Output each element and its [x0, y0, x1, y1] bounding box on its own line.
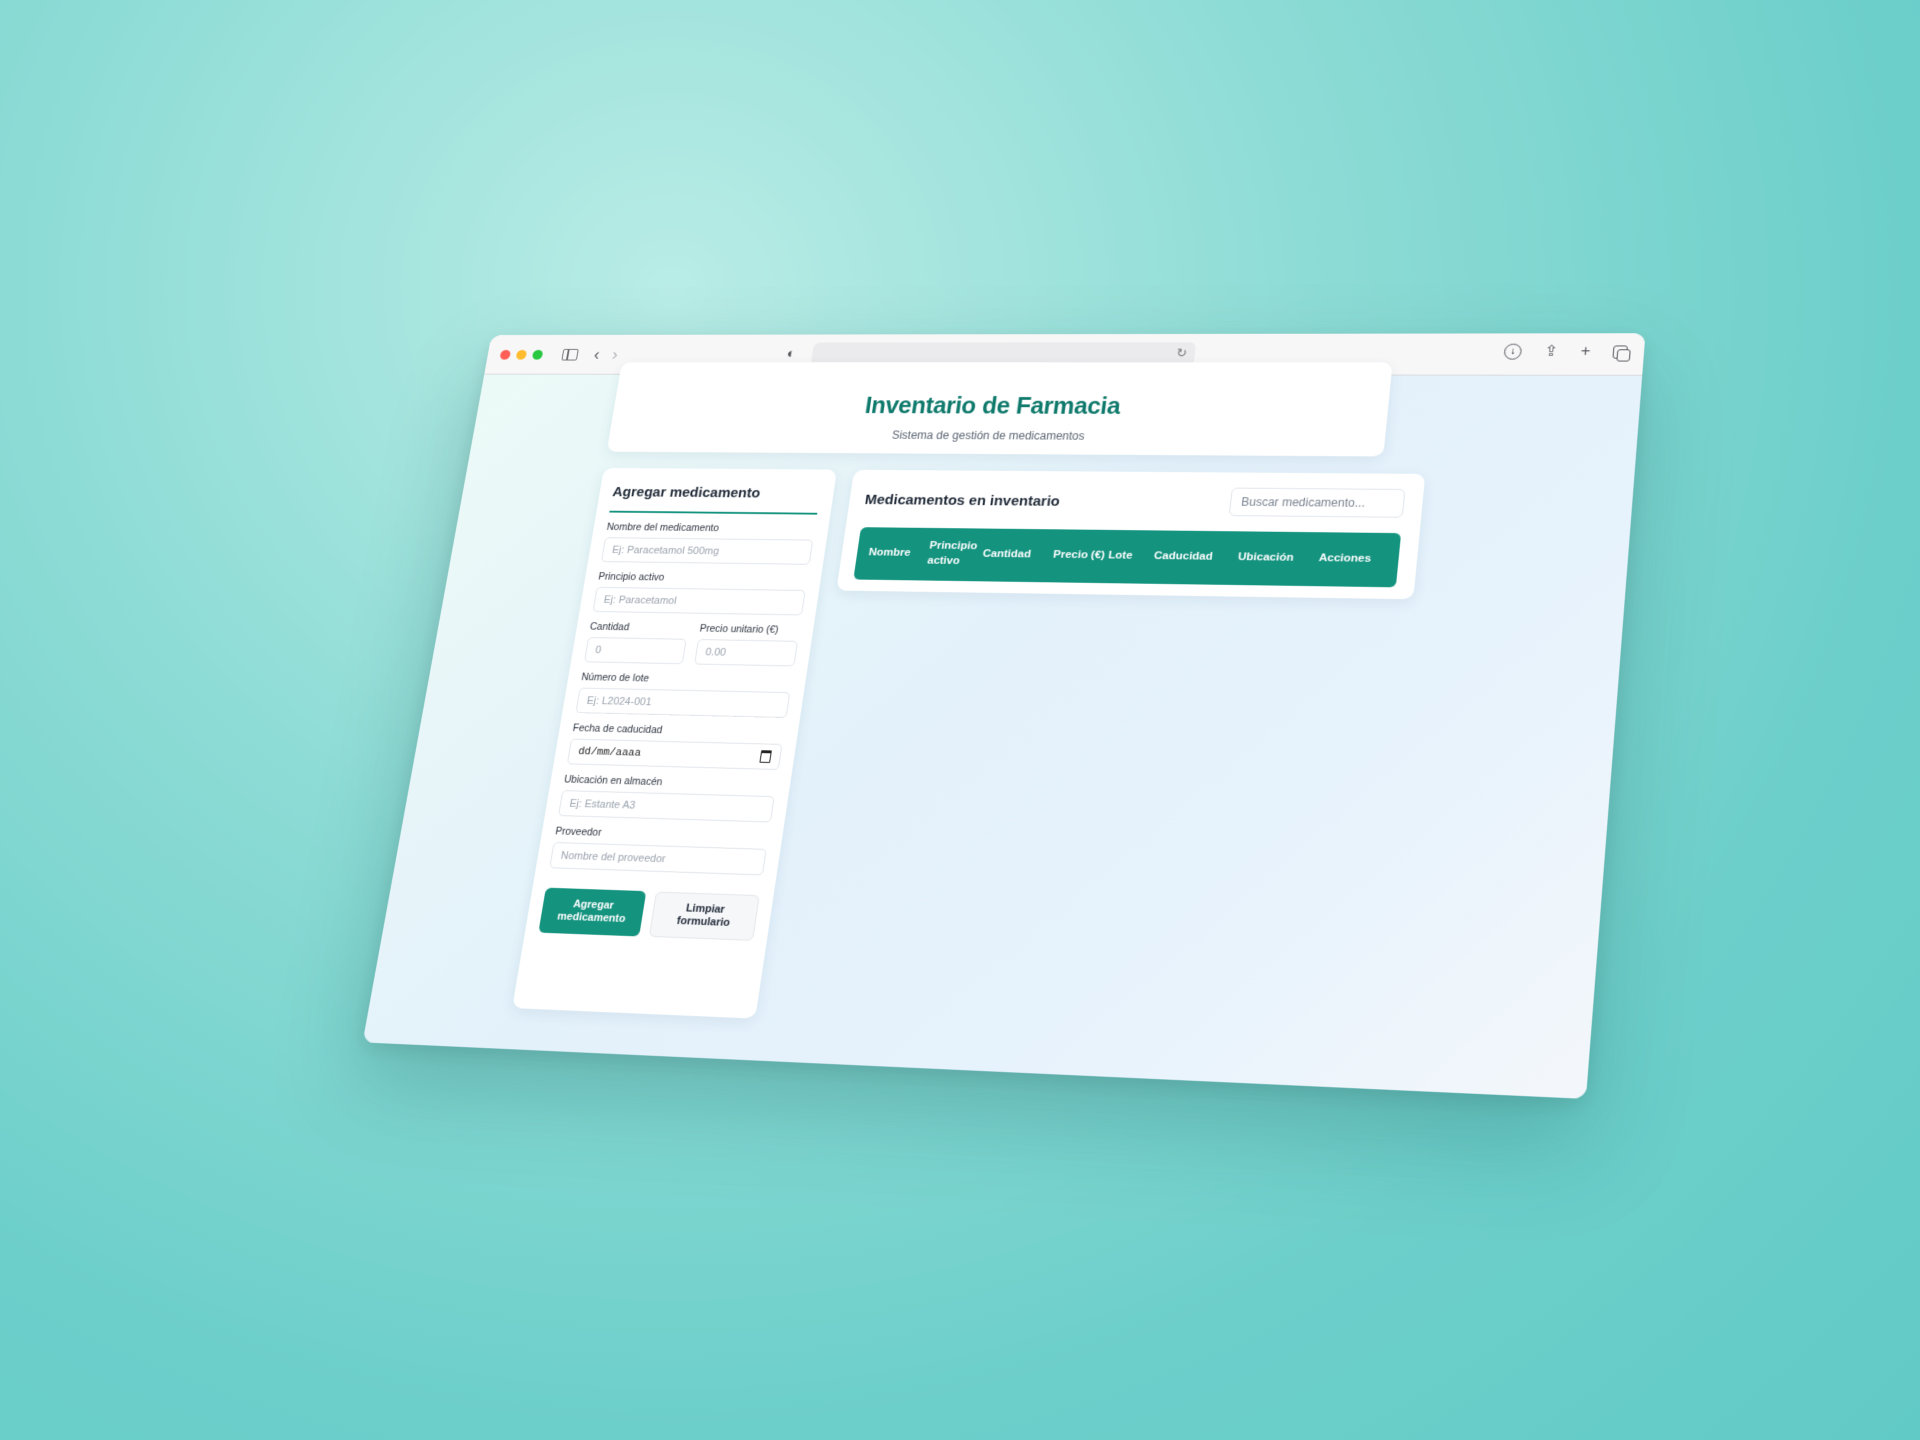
principio-input[interactable]	[592, 586, 806, 616]
column-header-cantidad[interactable]: Cantidad	[982, 548, 1054, 564]
browser-window: ‹ › ◐ ↻ ↓ ⇪ + Inventario de Farmacia Sis…	[362, 333, 1646, 1099]
column-header-lote[interactable]: Lote	[1107, 549, 1154, 564]
caducidad-date-input[interactable]: dd/mm/aaaa	[566, 738, 783, 771]
inventory-title: Medicamentos en inventario	[863, 491, 1061, 510]
nombre-input[interactable]	[600, 537, 814, 565]
column-header-acciones[interactable]: Acciones	[1318, 552, 1391, 568]
cantidad-input[interactable]	[583, 637, 687, 665]
column-header-ubicacion[interactable]: Ubicación	[1237, 551, 1320, 567]
page-content: Inventario de Farmacia Sistema de gestió…	[362, 362, 1643, 1099]
inventory-table-header: Nombre Principio activo Cantidad Precio …	[853, 527, 1402, 588]
page-subtitle: Sistema de gestión de medicamentos	[891, 428, 1086, 443]
inventory-list-card: Medicamentos en inventario Nombre Princi…	[836, 469, 1426, 600]
lote-label: Número de lote	[580, 671, 650, 685]
ubicacion-input[interactable]	[558, 790, 775, 823]
precio-label: Precio unitario (€)	[698, 623, 780, 636]
close-window-button[interactable]	[499, 349, 512, 360]
caducidad-date-value: dd/mm/aaaa	[577, 745, 642, 760]
principio-label: Principio activo	[597, 571, 666, 584]
column-header-caducidad[interactable]: Caducidad	[1153, 550, 1239, 566]
caducidad-label: Fecha de caducidad	[571, 722, 664, 737]
nombre-label: Nombre del medicamento	[605, 521, 720, 534]
ubicacion-label: Ubicación en almacén	[563, 773, 664, 789]
tab-overview-icon[interactable]	[1612, 344, 1629, 359]
form-buttons: Agregar medicamento Limpiar formulario	[538, 887, 760, 941]
proveedor-input[interactable]	[549, 842, 767, 876]
browser-actions: ↓ ⇪ +	[1503, 343, 1629, 360]
share-icon[interactable]: ⇪	[1544, 343, 1559, 359]
minimize-window-button[interactable]	[515, 349, 528, 360]
calendar-icon[interactable]	[759, 750, 772, 763]
maximize-window-button[interactable]	[531, 349, 544, 360]
column-header-precio[interactable]: Precio (€)	[1052, 548, 1109, 563]
precio-input[interactable]	[694, 639, 799, 667]
form-title: Agregar medicamento	[609, 484, 822, 515]
proveedor-label: Proveedor	[554, 825, 603, 839]
cantidad-group: Cantidad	[583, 612, 691, 665]
download-icon[interactable]: ↓	[1503, 343, 1523, 360]
lote-input[interactable]	[575, 687, 791, 719]
window-controls	[499, 349, 544, 360]
forward-arrow-icon[interactable]: ›	[611, 345, 619, 364]
add-medication-button[interactable]: Agregar medicamento	[538, 887, 647, 937]
scene: ‹ › ◐ ↻ ↓ ⇪ + Inventario de Farmacia Sis…	[0, 0, 1920, 1440]
column-header-principio-activo[interactable]: Principio activo	[926, 540, 984, 570]
add-medication-form: Agregar medicamento Nombre del medicamen…	[512, 467, 838, 1019]
cantidad-precio-row: Cantidad Precio unitario (€)	[583, 612, 802, 667]
cantidad-label: Cantidad	[589, 621, 631, 634]
header-card: Inventario de Farmacia Sistema de gestió…	[606, 362, 1393, 457]
search-medication-input[interactable]	[1228, 487, 1406, 518]
sidebar-toggle-icon[interactable]	[561, 348, 579, 361]
clear-form-button[interactable]: Limpiar formulario	[648, 891, 760, 941]
new-tab-plus-icon[interactable]: +	[1580, 343, 1591, 359]
back-arrow-icon[interactable]: ‹	[593, 345, 601, 364]
reload-icon[interactable]: ↻	[1176, 346, 1188, 361]
page-title: Inventario de Farmacia	[863, 393, 1122, 420]
precio-group: Precio unitario (€)	[694, 614, 802, 667]
column-header-nombre[interactable]: Nombre	[856, 546, 929, 561]
privacy-shield-icon[interactable]: ◐	[786, 346, 797, 361]
